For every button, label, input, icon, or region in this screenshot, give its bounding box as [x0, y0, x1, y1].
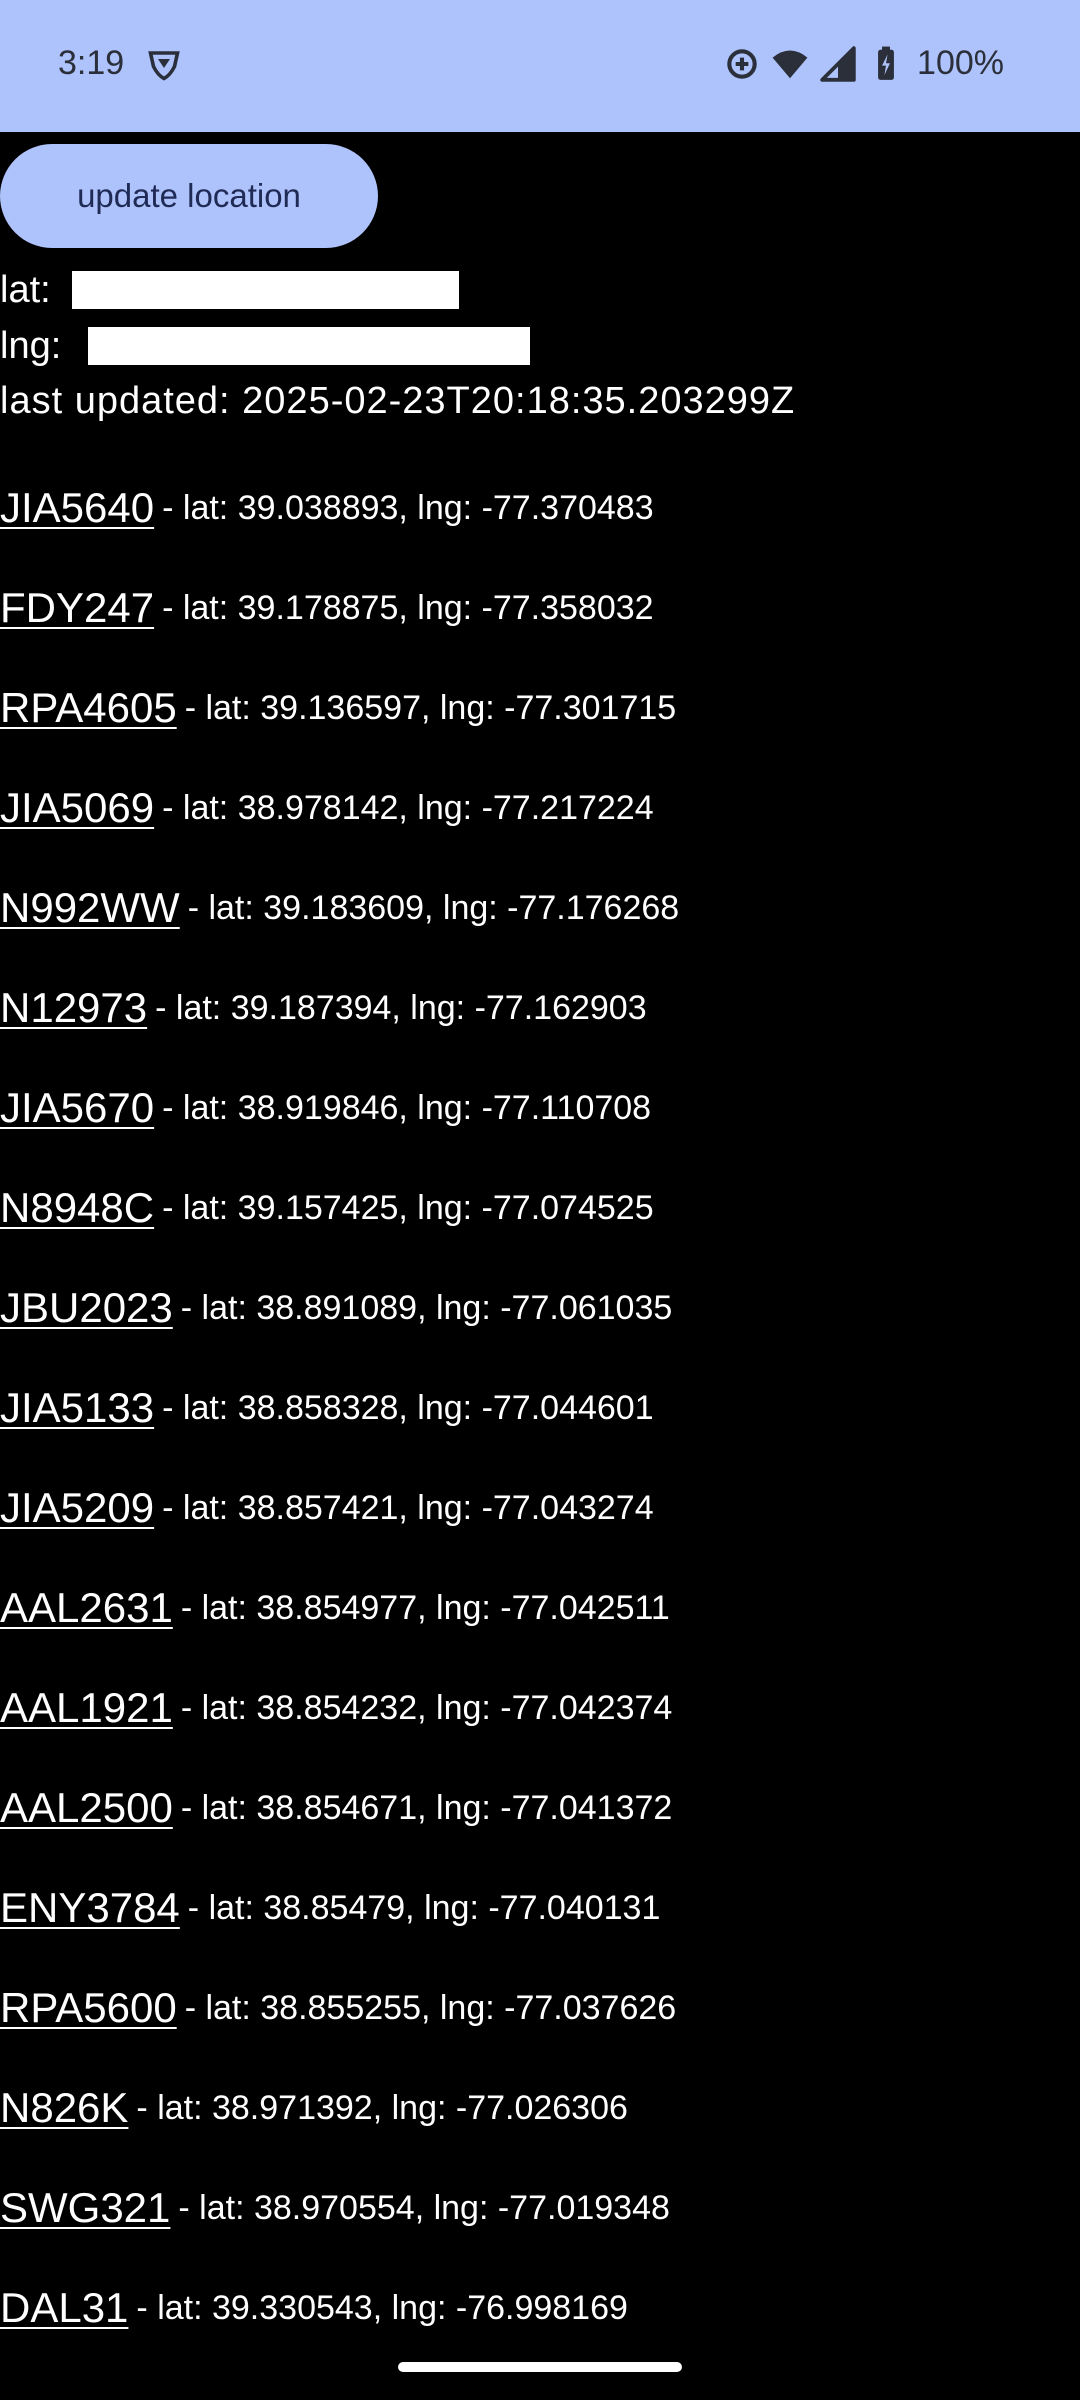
flight-coordinates: - lat: 38.854977, lng: -77.042511 — [180, 1588, 670, 1627]
flight-coordinates: - lat: 39.136597, lng: -77.301715 — [184, 688, 677, 727]
flight-coordinates: - lat: 38.970554, lng: -77.019348 — [178, 2188, 670, 2227]
flight-coordinates: - lat: 39.187394, lng: -77.162903 — [155, 988, 647, 1027]
flight-callsign-link[interactable]: JIA5069 — [0, 784, 154, 832]
vpn-shield-icon — [148, 51, 180, 81]
cell-signal-icon — [820, 45, 856, 82]
flight-callsign-link[interactable]: AAL2631 — [0, 1584, 173, 1632]
flight-callsign-link[interactable]: AAL1921 — [0, 1684, 173, 1732]
flight-list-item: AAL1921- lat: 38.854232, lng: -77.042374 — [0, 1658, 1080, 1758]
flight-coordinates: - lat: 39.038893, lng: -77.370483 — [162, 488, 654, 527]
flight-callsign-link[interactable]: JIA5133 — [0, 1384, 154, 1432]
flight-coordinates: - lat: 38.891089, lng: -77.061035 — [180, 1288, 673, 1327]
flight-coordinates: - lat: 38.858328, lng: -77.044601 — [162, 1388, 654, 1427]
flight-list-item: N8948C - lat: 39.157425, lng: -77.074525 — [0, 1158, 1080, 1258]
flight-callsign-link[interactable]: DAL31 — [0, 2284, 128, 2332]
flight-coordinates: - lat: 39.183609, lng: -77.176268 — [187, 888, 680, 927]
flight-callsign-link[interactable]: N8948C — [0, 1184, 154, 1232]
lat-row: lat: — [0, 268, 459, 312]
flight-callsign-link[interactable]: RPA4605 — [0, 684, 177, 732]
flight-coordinates: - lat: 38.854671, lng: -77.041372 — [180, 1788, 673, 1827]
data-saver-icon — [727, 48, 757, 79]
flight-coordinates: - lat: 39.330543, lng: -76.998169 — [136, 2288, 628, 2327]
flight-list-item: JIA5670- lat: 38.919846, lng: -77.110708 — [0, 1058, 1080, 1158]
battery-percentage: 100% — [917, 44, 1004, 82]
flight-list-item: FDY247- lat: 39.178875, lng: -77.358032 — [0, 558, 1080, 658]
flight-list-item: JIA5640- lat: 39.038893, lng: -77.370483 — [0, 458, 1080, 558]
flight-coordinates: - lat: 39.157425, lng: -77.074525 — [162, 1188, 654, 1227]
flight-callsign-link[interactable]: ENY3784 — [0, 1884, 180, 1932]
flight-callsign-link[interactable]: N826K — [0, 2084, 128, 2132]
flight-callsign-link[interactable]: JIA5209 — [0, 1484, 154, 1532]
status-time: 3:19 — [58, 44, 125, 82]
status-bar: 3:19 100% — [0, 0, 1080, 132]
navigation-handle[interactable] — [398, 2362, 682, 2372]
flight-coordinates: - lat: 38.919846, lng: -77.110708 — [162, 1088, 652, 1127]
flight-callsign-link[interactable]: JBU2023 — [0, 1284, 173, 1332]
flight-list: JIA5640- lat: 39.038893, lng: -77.370483… — [0, 458, 1080, 2358]
flight-list-item: ENY3784- lat: 38.85479, lng: -77.040131 — [0, 1858, 1080, 1958]
flight-list-item: SWG321- lat: 38.970554, lng: -77.019348 — [0, 2158, 1080, 2258]
flight-list-item: N12973- lat: 39.187394, lng: -77.162903 — [0, 958, 1080, 1058]
flight-callsign-link[interactable]: AAL2500 — [0, 1784, 173, 1832]
flight-callsign-link[interactable]: SWG321 — [0, 2184, 170, 2232]
flight-callsign-link[interactable]: N992WW — [0, 884, 180, 932]
flight-list-item: AAL2631- lat: 38.854977, lng: -77.042511 — [0, 1558, 1080, 1658]
battery-charging-icon — [878, 46, 894, 80]
last-updated-text: last updated: 2025-02-23T20:18:35.203299… — [0, 380, 796, 422]
lng-row: lng: — [0, 324, 530, 368]
flight-list-item: RPA4605- lat: 39.136597, lng: -77.301715 — [0, 658, 1080, 758]
status-icons: 100% — [723, 44, 1004, 83]
flight-callsign-link[interactable]: JIA5640 — [0, 484, 154, 532]
update-location-button[interactable]: update location — [0, 144, 378, 248]
flight-list-item: JIA5209- lat: 38.857421, lng: -77.043274 — [0, 1458, 1080, 1558]
flight-coordinates: - lat: 39.178875, lng: -77.358032 — [162, 588, 654, 627]
flight-coordinates: - lat: 38.978142, lng: -77.217224 — [162, 788, 654, 827]
lng-value-redacted — [88, 327, 530, 365]
flight-list-item: RPA5600- lat: 38.855255, lng: -77.037626 — [0, 1958, 1080, 2058]
flight-callsign-link[interactable]: JIA5670 — [0, 1084, 154, 1132]
flight-coordinates: - lat: 38.854232, lng: -77.042374 — [180, 1688, 673, 1727]
flight-list-item: DAL31- lat: 39.330543, lng: -76.998169 — [0, 2258, 1080, 2358]
flight-list-item: AAL2500- lat: 38.854671, lng: -77.041372 — [0, 1758, 1080, 1858]
flight-coordinates: - lat: 38.857421, lng: -77.043274 — [162, 1488, 654, 1527]
flight-callsign-link[interactable]: FDY247 — [0, 584, 154, 632]
flight-list-item: N826K - lat: 38.971392, lng: -77.026306 — [0, 2058, 1080, 2158]
flight-list-item: N992WW - lat: 39.183609, lng: -77.176268 — [0, 858, 1080, 958]
flight-list-item: JBU2023- lat: 38.891089, lng: -77.061035 — [0, 1258, 1080, 1358]
flight-list-item: JIA5069- lat: 38.978142, lng: -77.217224 — [0, 758, 1080, 858]
flight-callsign-link[interactable]: N12973 — [0, 984, 147, 1032]
flight-callsign-link[interactable]: RPA5600 — [0, 1984, 177, 2032]
flight-list-item: JIA5133- lat: 38.858328, lng: -77.044601 — [0, 1358, 1080, 1458]
flight-coordinates: - lat: 38.971392, lng: -77.026306 — [136, 2088, 628, 2127]
lng-label: lng: — [0, 325, 62, 367]
flight-coordinates: - lat: 38.85479, lng: -77.040131 — [187, 1888, 661, 1927]
lat-label: lat: — [0, 269, 51, 311]
flight-coordinates: - lat: 38.855255, lng: -77.037626 — [184, 1988, 677, 2027]
lat-value-redacted — [72, 271, 459, 309]
wifi-icon — [772, 50, 808, 78]
